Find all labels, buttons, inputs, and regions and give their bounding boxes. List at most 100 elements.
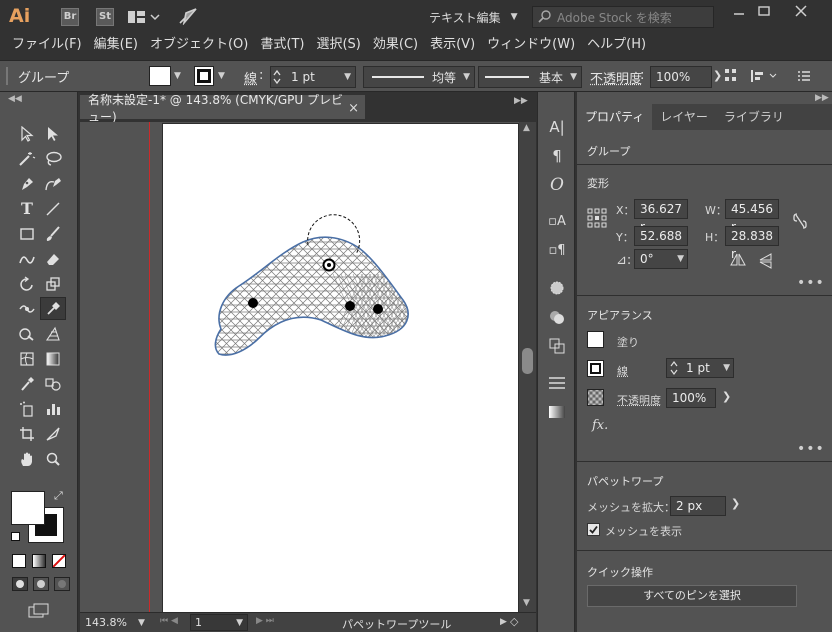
- stroke-label-panel[interactable]: 線: [617, 363, 628, 379]
- stock-search-input[interactable]: Adobe Stock を検索: [532, 6, 714, 28]
- menu-effect[interactable]: 効果(C): [367, 34, 424, 56]
- angle-field[interactable]: 0° ▼: [634, 249, 688, 269]
- collapse-right-icon[interactable]: ▶▶: [514, 96, 528, 106]
- opacity-field[interactable]: 100%: [650, 66, 712, 88]
- chevron-down-icon[interactable]: ▼: [677, 250, 684, 268]
- line-segment-tool-icon[interactable]: [40, 197, 66, 220]
- column-graph-tool-icon[interactable]: [40, 397, 66, 420]
- align-to-icon[interactable]: [750, 68, 780, 87]
- close-window-button[interactable]: [794, 4, 808, 21]
- stepper-icon[interactable]: [669, 359, 679, 377]
- gradient-mode-icon[interactable]: [32, 554, 46, 568]
- fx-effects-icon[interactable]: fx.: [592, 418, 608, 433]
- stroke-swatch[interactable]: [194, 66, 214, 86]
- w-field[interactable]: 45.456 r: [725, 199, 779, 234]
- chevron-down-icon[interactable]: ▼: [723, 359, 730, 377]
- color-panel-icon[interactable]: [538, 302, 576, 331]
- constrain-proportions-icon[interactable]: [793, 212, 807, 233]
- vertical-scrollbar[interactable]: ▲ ▼: [519, 122, 536, 612]
- fill-dropdown-icon[interactable]: ▼: [174, 71, 181, 81]
- menu-edit[interactable]: 編集(E): [88, 34, 144, 56]
- puppet-warp-mesh[interactable]: [163, 124, 518, 612]
- paintbrush-tool-icon[interactable]: [40, 222, 66, 245]
- rectangle-tool-icon[interactable]: [14, 222, 40, 245]
- symbol-sprayer-tool-icon[interactable]: [14, 397, 40, 420]
- flip-vertical-icon[interactable]: [759, 253, 773, 272]
- stroke-profile-dropdown[interactable]: 均等 ▼: [363, 66, 475, 88]
- none-mode-icon[interactable]: [52, 554, 66, 568]
- panel-collapse-icon[interactable]: ▶▶: [815, 93, 829, 103]
- draw-behind-icon[interactable]: [33, 577, 49, 591]
- tab-properties[interactable]: プロパティ: [577, 104, 653, 130]
- chevron-right-icon[interactable]: ❯: [722, 390, 731, 403]
- next-artboard-icon[interactable]: ▶ ⏭: [256, 616, 274, 626]
- menu-select[interactable]: 選択(S): [310, 34, 366, 56]
- pen-tool-icon[interactable]: [14, 172, 40, 195]
- first-artboard-icon[interactable]: ⏮ ◀: [160, 616, 178, 626]
- draw-inside-icon[interactable]: [54, 577, 70, 591]
- hand-tool-icon[interactable]: [14, 447, 40, 470]
- show-mesh-checkbox[interactable]: [587, 523, 600, 536]
- puppet-pin[interactable]: [248, 298, 258, 308]
- paragraph-panel-icon[interactable]: ¶: [538, 141, 576, 170]
- magic-wand-tool-icon[interactable]: [14, 147, 40, 170]
- shape-builder-tool-icon[interactable]: [14, 322, 40, 345]
- transform-panel-icon[interactable]: [538, 331, 576, 360]
- bridge-button[interactable]: Br: [61, 8, 79, 26]
- appearance-stroke-swatch[interactable]: [587, 360, 604, 377]
- perspective-grid-tool-icon[interactable]: [40, 322, 66, 345]
- selection-tool-icon[interactable]: [14, 122, 40, 145]
- mesh-tool-icon[interactable]: [14, 347, 40, 370]
- stroke-weight-field[interactable]: 1 pt ▼: [270, 66, 356, 88]
- menu-help[interactable]: ヘルプ(H): [581, 34, 652, 56]
- fill-color-swatch-front[interactable]: [11, 491, 45, 525]
- artboard[interactable]: [163, 124, 518, 612]
- zoom-level[interactable]: 143.8%: [85, 616, 127, 629]
- gradient-panel-icon[interactable]: [538, 397, 576, 426]
- puppet-warp-tool-icon[interactable]: [40, 297, 66, 320]
- tab-libraries[interactable]: ライブラリ: [716, 104, 792, 130]
- document-tab[interactable]: 名称未設定-1* @ 143.8% (CMYK/GPU プレビュー) ×: [80, 93, 365, 124]
- gpu-rocket-icon[interactable]: [178, 7, 198, 28]
- scale-tool-icon[interactable]: [40, 272, 66, 295]
- slice-tool-icon[interactable]: [40, 422, 66, 445]
- draw-normal-icon[interactable]: [12, 577, 28, 591]
- zoom-dropdown-icon[interactable]: ▼: [138, 618, 145, 628]
- opacity-label-panel[interactable]: 不透明度: [617, 392, 661, 408]
- direct-selection-tool-icon[interactable]: [40, 122, 66, 145]
- align-grid-icon[interactable]: [724, 68, 738, 87]
- appearance-stroke-weight[interactable]: 1 pt ▼: [666, 358, 734, 378]
- swap-colors-icon[interactable]: ⤢: [54, 489, 63, 503]
- menu-file[interactable]: ファイル(F): [6, 34, 88, 56]
- fill-swatch[interactable]: [149, 66, 171, 86]
- more-options-icon[interactable]: •••: [797, 275, 825, 291]
- stroke-panel-icon[interactable]: [538, 368, 576, 397]
- collapse-panel-icon[interactable]: ◀◀: [8, 94, 22, 104]
- zoom-tool-icon[interactable]: [40, 447, 66, 470]
- chevron-right-icon[interactable]: ❯: [713, 69, 722, 82]
- chevron-down-icon[interactable]: ▼: [344, 72, 351, 82]
- h-field[interactable]: 28.838 r: [725, 226, 779, 261]
- menu-object[interactable]: オブジェクト(O): [144, 34, 254, 56]
- tab-layers[interactable]: レイヤー: [652, 104, 716, 130]
- type-tool-icon[interactable]: T: [14, 197, 40, 220]
- canvas-area[interactable]: [80, 122, 519, 612]
- scroll-up-icon[interactable]: ▲: [523, 123, 530, 133]
- artboard-number-field[interactable]: 1 ▼: [190, 614, 248, 631]
- brush-dropdown[interactable]: 基本 ▼: [478, 66, 582, 88]
- opacity-label[interactable]: 不透明度: [590, 68, 642, 87]
- flip-horizontal-icon[interactable]: [730, 253, 746, 270]
- character-panel-icon[interactable]: A|: [538, 112, 576, 141]
- width-tool-icon[interactable]: [14, 297, 40, 320]
- x-field[interactable]: 36.627 r: [634, 199, 688, 234]
- panel-menu-icon[interactable]: [797, 69, 811, 86]
- select-all-pins-button[interactable]: すべてのピンを選択: [587, 585, 797, 607]
- puppet-pin[interactable]: [373, 304, 383, 314]
- reference-point-icon[interactable]: [587, 208, 607, 231]
- workspace-switcher[interactable]: テキスト編集 ▼: [422, 6, 518, 28]
- stepper-icon[interactable]: [271, 68, 283, 86]
- status-options-icon[interactable]: ◇: [510, 615, 518, 628]
- eraser-tool-icon[interactable]: [40, 247, 66, 270]
- curvature-tool-icon[interactable]: [40, 172, 66, 195]
- stroke-label[interactable]: 線: [244, 68, 257, 87]
